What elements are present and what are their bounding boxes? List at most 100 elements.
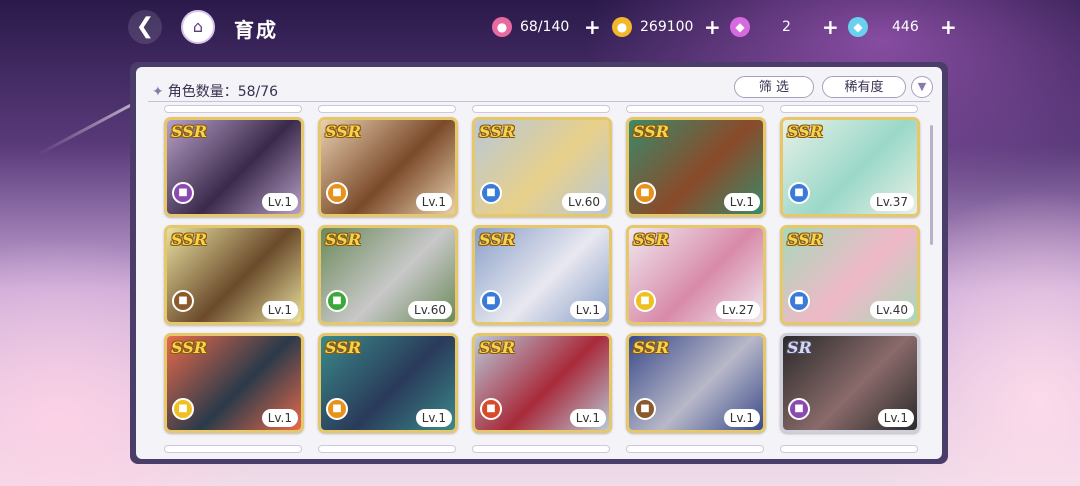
resource-pink-gem-value: 2 <box>782 19 791 35</box>
character-count-label: ✦ 角色数量：58/76 <box>152 81 278 101</box>
back-button[interactable]: ❮ <box>128 10 162 44</box>
level-label: Lv.27 <box>716 301 760 319</box>
castle-icon: ⌂ <box>192 17 204 36</box>
rarity-sort-button[interactable]: 稀有度 <box>822 76 906 98</box>
character-card[interactable]: SSR ■ Lv.1 <box>626 117 766 217</box>
resource-candy-value: 68/140 <box>520 19 570 35</box>
level-label: Lv.1 <box>569 409 606 427</box>
level-label: Lv.1 <box>723 409 760 427</box>
rarity-badge: SSR <box>633 338 670 357</box>
character-card[interactable]: SSR ■ Lv.60 <box>318 225 458 325</box>
rarity-badge: SSR <box>633 122 670 141</box>
character-card[interactable]: SR ■ Lv.1 <box>780 333 920 433</box>
pink-gem-icon: ◆ <box>730 17 750 37</box>
character-card[interactable]: SSR ■ Lv.40 <box>780 225 920 325</box>
level-label: Lv.60 <box>562 193 606 211</box>
rarity-badge: SSR <box>325 122 362 141</box>
character-count-text: 角色数量：58/76 <box>167 84 279 100</box>
top-bar: ❮ ⌂ 育成 ● 68/140 + ● 269100 + ◆ 2 + ◆ 446 + <box>0 0 1080 56</box>
character-card[interactable]: SSR ■ Lv.1 <box>472 225 612 325</box>
card-peek[interactable] <box>164 105 302 113</box>
rarity-badge: SSR <box>787 122 824 141</box>
rarity-badge: SSR <box>171 338 208 357</box>
card-peek[interactable] <box>318 105 456 113</box>
level-label: Lv.37 <box>870 193 914 211</box>
card-peek[interactable] <box>780 445 918 453</box>
rarity-badge: SSR <box>171 122 208 141</box>
character-card[interactable]: SSR ■ Lv.1 <box>626 333 766 433</box>
character-panel-inner: ✦ 角色数量：58/76 筛 选 稀有度 ▼ SSR ■ Lv.1 SSR ■ Lv.1 SS… <box>136 67 942 459</box>
rarity-badge: SSR <box>479 230 516 249</box>
level-label: Lv.1 <box>415 193 452 211</box>
character-card[interactable]: SSR ■ Lv.1 <box>164 117 304 217</box>
card-peek[interactable] <box>780 105 918 113</box>
resource-candy: ● 68/140 + <box>492 15 601 39</box>
card-peek[interactable] <box>318 445 456 453</box>
card-peek[interactable] <box>626 445 764 453</box>
add-coin-button[interactable]: + <box>704 15 721 39</box>
rarity-badge: SSR <box>787 230 824 249</box>
level-label: Lv.1 <box>877 409 914 427</box>
attribute-icon: ■ <box>480 398 502 420</box>
attribute-icon: ■ <box>326 182 348 204</box>
rarity-badge: SR <box>787 338 812 357</box>
character-card[interactable]: SSR ■ Lv.60 <box>472 117 612 217</box>
resource-blue-gem: ◆ 446 + <box>848 15 957 39</box>
character-panel: ✦ 角色数量：58/76 筛 选 稀有度 ▼ SSR ■ Lv.1 SSR ■ Lv.1 SS… <box>130 62 948 464</box>
resource-pink-gem: ◆ 2 + <box>730 15 839 39</box>
character-card[interactable]: SSR ■ Lv.27 <box>626 225 766 325</box>
level-label: Lv.1 <box>261 301 298 319</box>
level-label: Lv.40 <box>870 301 914 319</box>
add-blue-gem-button[interactable]: + <box>940 15 957 39</box>
chevron-down-icon: ▼ <box>917 80 927 93</box>
scrollbar[interactable] <box>930 125 933 245</box>
sort-order-toggle[interactable]: ▼ <box>911 76 933 98</box>
card-peek[interactable] <box>472 445 610 453</box>
rarity-badge: SSR <box>633 230 670 249</box>
character-card[interactable]: SSR ■ Lv.1 <box>318 117 458 217</box>
attribute-icon: ■ <box>172 398 194 420</box>
add-candy-button[interactable]: + <box>584 15 601 39</box>
add-pink-gem-button[interactable]: + <box>822 15 839 39</box>
resource-coin: ● 269100 + <box>612 15 721 39</box>
back-arrow-icon: ❮ <box>135 14 155 39</box>
attribute-icon: ■ <box>634 290 656 312</box>
filter-button[interactable]: 筛 选 <box>734 76 814 98</box>
resource-coin-value: 269100 <box>640 19 694 35</box>
coin-icon: ● <box>612 17 632 37</box>
level-label: Lv.1 <box>569 301 606 319</box>
attribute-icon: ■ <box>172 182 194 204</box>
character-card[interactable]: SSR ■ Lv.1 <box>164 333 304 433</box>
attribute-icon: ■ <box>788 290 810 312</box>
character-card[interactable]: SSR ■ Lv.37 <box>780 117 920 217</box>
attribute-icon: ■ <box>634 182 656 204</box>
character-card[interactable]: SSR ■ Lv.1 <box>318 333 458 433</box>
page-title: 育成 <box>234 18 278 42</box>
rarity-badge: SSR <box>171 230 208 249</box>
level-label: Lv.1 <box>261 193 298 211</box>
level-label: Lv.60 <box>408 301 452 319</box>
card-peek[interactable] <box>164 445 302 453</box>
rarity-badge: SSR <box>325 338 362 357</box>
character-card[interactable]: SSR ■ Lv.1 <box>472 333 612 433</box>
rarity-badge: SSR <box>325 230 362 249</box>
character-card[interactable]: SSR ■ Lv.1 <box>164 225 304 325</box>
header-divider <box>148 101 930 102</box>
attribute-icon: ■ <box>480 290 502 312</box>
resource-blue-gem-value: 446 <box>892 19 919 35</box>
attribute-icon: ■ <box>172 290 194 312</box>
attribute-icon: ■ <box>326 398 348 420</box>
attribute-icon: ■ <box>788 398 810 420</box>
level-label: Lv.1 <box>415 409 452 427</box>
rarity-badge: SSR <box>479 338 516 357</box>
attribute-icon: ■ <box>634 398 656 420</box>
attribute-icon: ■ <box>788 182 810 204</box>
blue-gem-icon: ◆ <box>848 17 868 37</box>
card-peek[interactable] <box>626 105 764 113</box>
level-label: Lv.1 <box>261 409 298 427</box>
candy-icon: ● <box>492 17 512 37</box>
level-label: Lv.1 <box>723 193 760 211</box>
attribute-icon: ■ <box>480 182 502 204</box>
home-button[interactable]: ⌂ <box>181 10 215 44</box>
card-peek[interactable] <box>472 105 610 113</box>
